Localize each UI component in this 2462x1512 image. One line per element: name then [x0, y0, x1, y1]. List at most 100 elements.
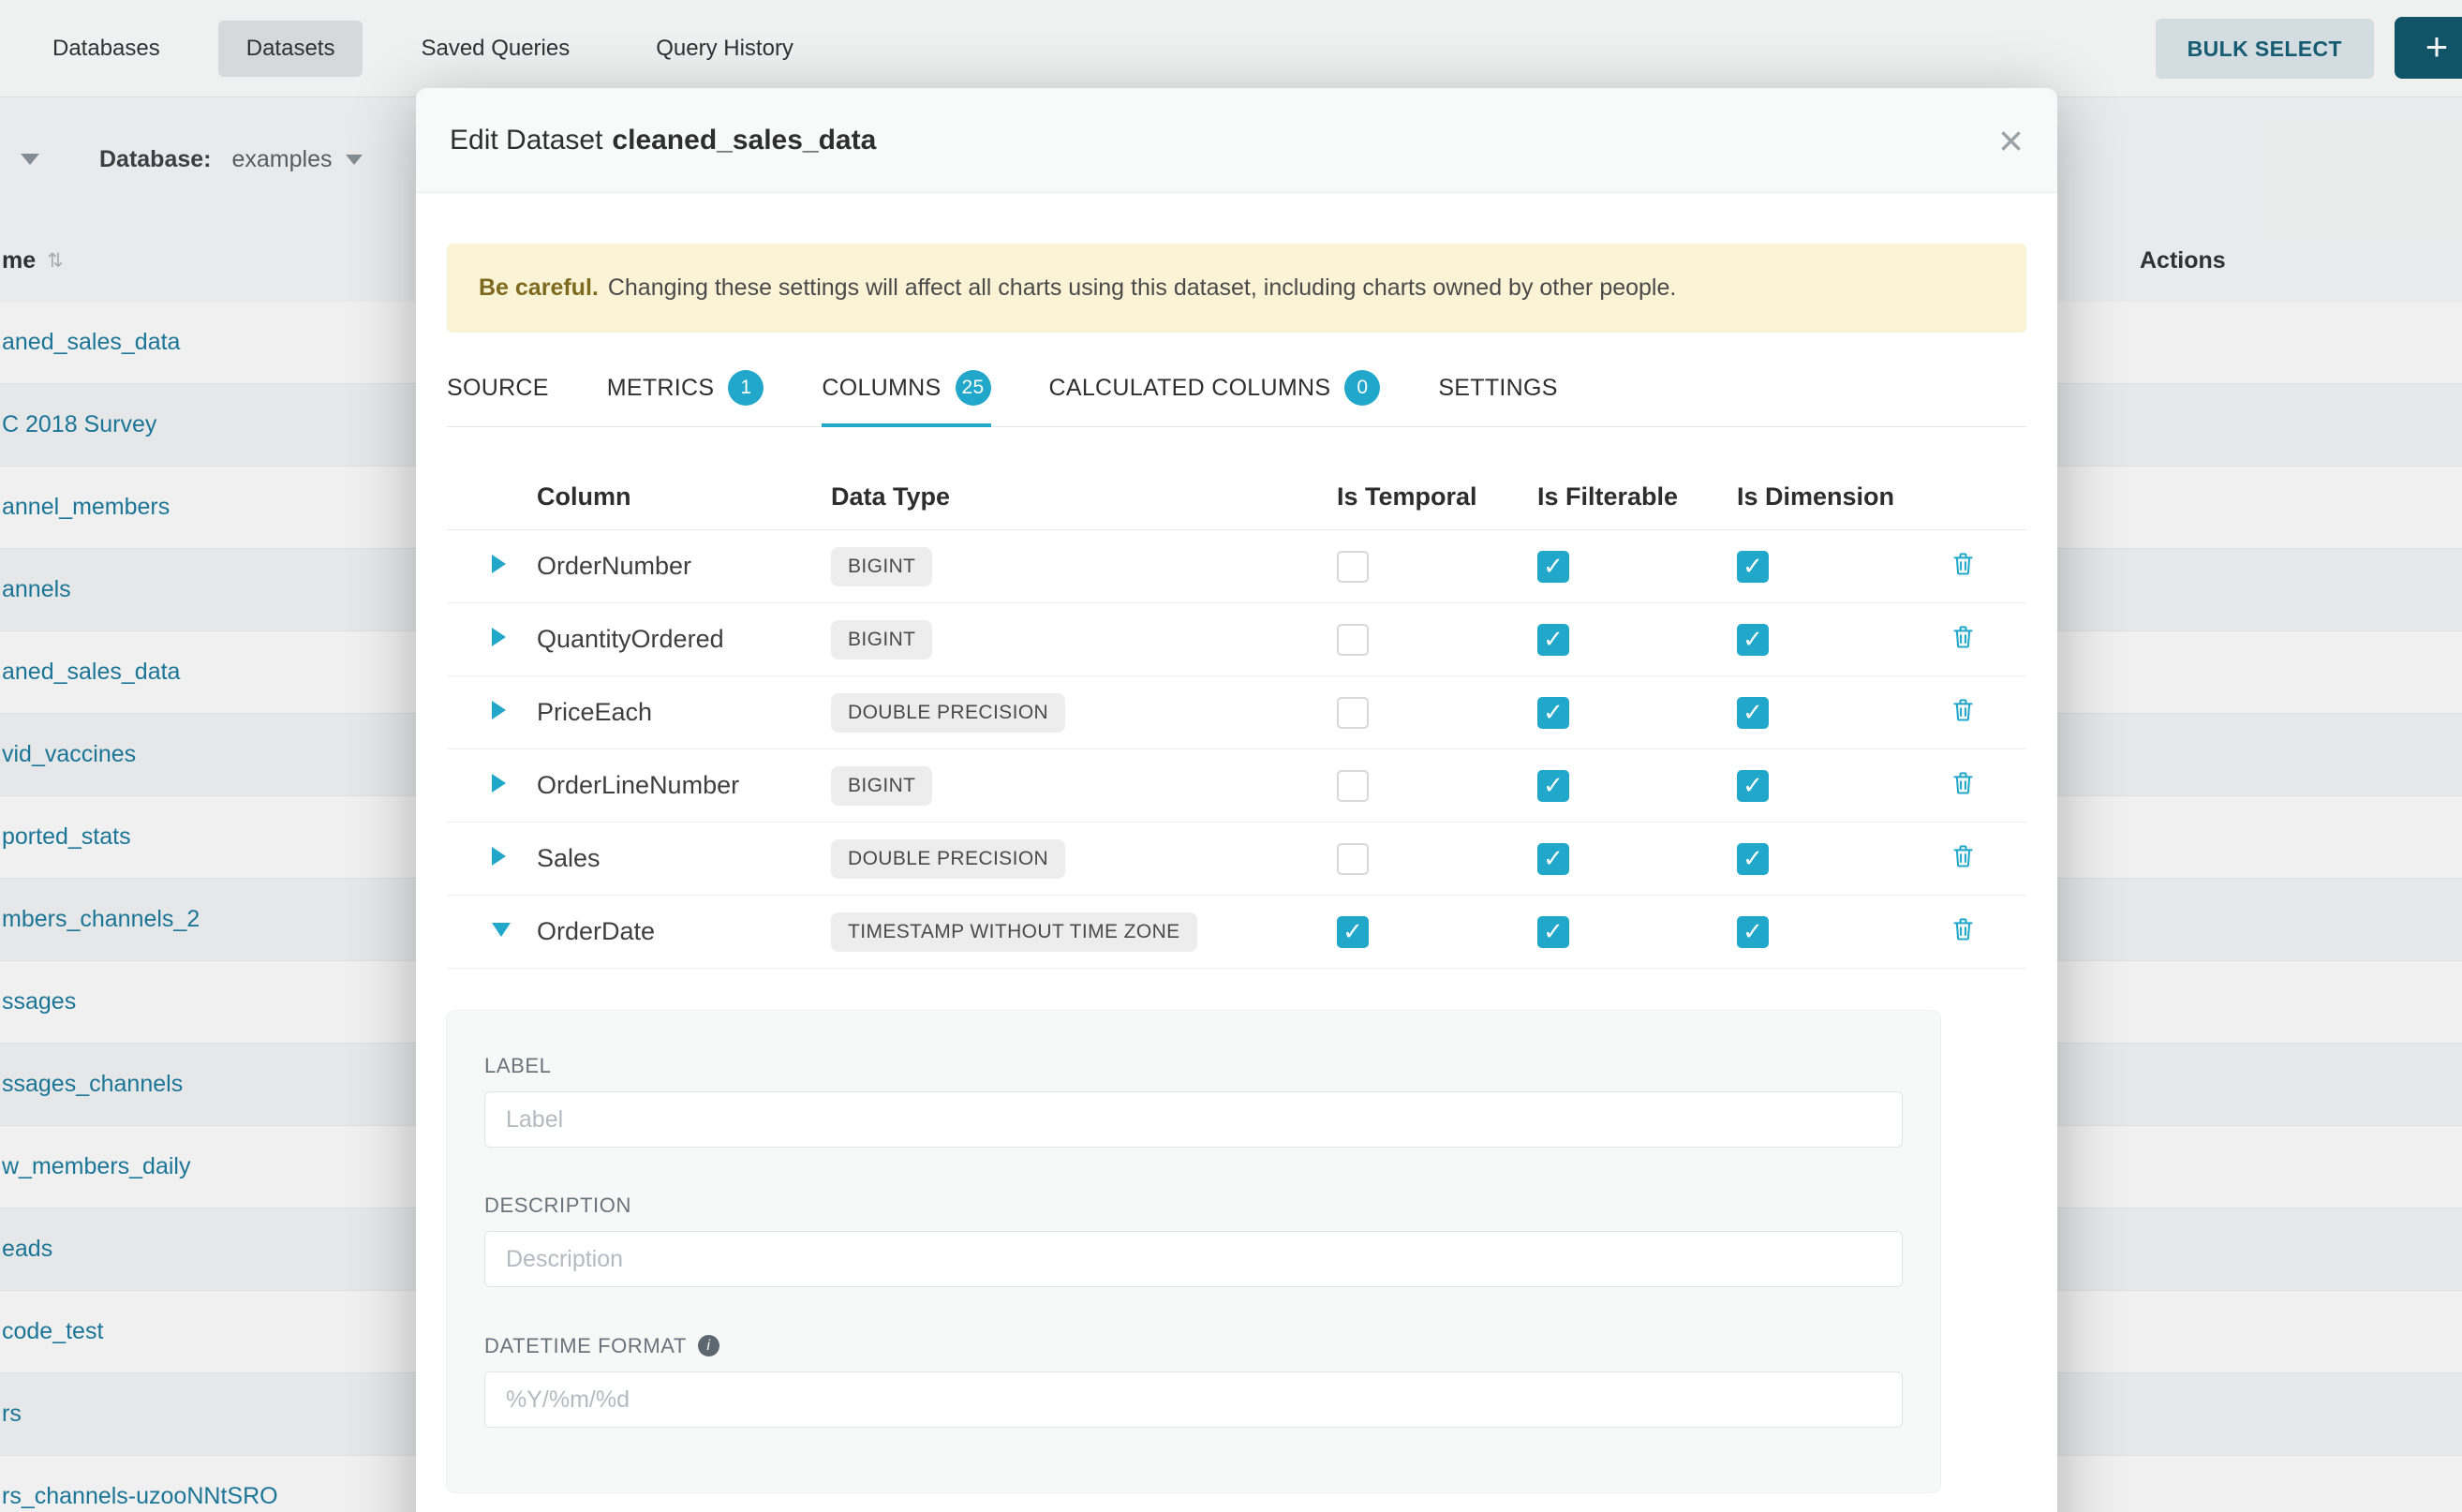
data-type-pill: TIMESTAMP WITHOUT TIME ZONE — [831, 912, 1197, 952]
is-temporal-checkbox[interactable] — [1337, 697, 1369, 729]
delete-column-button[interactable] — [1950, 623, 1977, 651]
is-temporal-checkbox[interactable] — [1337, 624, 1369, 656]
column-header-data-type: Data Type — [831, 482, 1337, 511]
check-mark-icon: ✓ — [1543, 627, 1564, 651]
column-name: QuantityOrdered — [537, 625, 724, 653]
is-filterable-checkbox[interactable]: ✓ — [1537, 916, 1569, 948]
warning-text: Changing these settings will affect all … — [608, 274, 1677, 302]
is-temporal-checkbox[interactable] — [1337, 843, 1369, 875]
column-row: QuantityOrdered BIGINT ✓ ✓ — [447, 603, 2026, 676]
modal-title: Edit Dataset — [450, 125, 602, 156]
column-header-is-filterable: Is Filterable — [1537, 482, 1737, 511]
close-icon[interactable]: × — [1998, 119, 2024, 162]
is-filterable-checkbox[interactable]: ✓ — [1537, 843, 1569, 875]
edit-dataset-modal: Edit Dataset cleaned_sales_data × Be car… — [416, 88, 2057, 1512]
description-field-label: DESCRIPTION — [484, 1195, 1903, 1216]
is-filterable-checkbox[interactable]: ✓ — [1537, 770, 1569, 802]
column-row: Sales DOUBLE PRECISION ✓ ✓ — [447, 823, 2026, 896]
data-type-pill: DOUBLE PRECISION — [831, 839, 1065, 879]
tab-label: CALCULATED COLUMNS — [1049, 375, 1331, 402]
datetime-format-label-text: DATETIME FORMAT — [484, 1336, 687, 1356]
datetime-format-input[interactable] — [484, 1371, 1903, 1428]
caret-right-icon[interactable] — [492, 774, 506, 793]
column-name: OrderNumber — [537, 552, 691, 580]
check-mark-icon: ✓ — [1543, 554, 1564, 578]
caret-right-icon[interactable] — [492, 701, 506, 719]
check-mark-icon: ✓ — [1543, 919, 1564, 943]
caret-right-icon[interactable] — [492, 847, 506, 866]
is-temporal-checkbox[interactable]: ✓ — [1337, 916, 1369, 948]
tab-source[interactable]: SOURCE — [447, 359, 549, 426]
delete-column-button[interactable] — [1950, 550, 1977, 578]
is-dimension-checkbox[interactable]: ✓ — [1737, 697, 1769, 729]
is-filterable-checkbox[interactable]: ✓ — [1537, 697, 1569, 729]
caret-down-icon[interactable] — [492, 923, 511, 937]
is-filterable-checkbox[interactable]: ✓ — [1537, 551, 1569, 583]
caret-right-icon[interactable] — [492, 628, 506, 646]
datetime-format-field-label: DATETIME FORMAT i — [484, 1335, 1903, 1356]
column-row: PriceEach DOUBLE PRECISION ✓ ✓ — [447, 676, 2026, 749]
description-input[interactable] — [484, 1231, 1903, 1287]
caret-right-icon[interactable] — [492, 555, 506, 573]
is-temporal-checkbox[interactable] — [1337, 551, 1369, 583]
column-name: OrderDate — [537, 917, 655, 945]
is-dimension-checkbox[interactable]: ✓ — [1737, 843, 1769, 875]
check-mark-icon: ✓ — [1743, 846, 1763, 870]
tab-calculated-columns[interactable]: CALCULATED COLUMNS 0 — [1049, 359, 1381, 426]
data-type-pill: DOUBLE PRECISION — [831, 693, 1065, 733]
is-dimension-checkbox[interactable]: ✓ — [1737, 916, 1769, 948]
columns-table-header: Column Data Type Is Temporal Is Filterab… — [447, 465, 2026, 530]
is-dimension-checkbox[interactable]: ✓ — [1737, 770, 1769, 802]
is-dimension-checkbox[interactable]: ✓ — [1737, 551, 1769, 583]
check-mark-icon: ✓ — [1743, 627, 1763, 651]
column-row: OrderDate TIMESTAMP WITHOUT TIME ZONE ✓ ✓ ✓ — [447, 896, 2026, 969]
column-name: Sales — [537, 844, 601, 872]
modal-tabs: SOURCE METRICS 1 COLUMNS 25 CALCULATED COLUMN… — [447, 359, 2026, 427]
column-row: OrderLineNumber BIGINT ✓ ✓ — [447, 749, 2026, 823]
column-name: OrderLineNumber — [537, 771, 739, 799]
tab-count-badge: 1 — [728, 370, 764, 406]
check-mark-icon: ✓ — [1342, 919, 1363, 943]
tab-metrics[interactable]: METRICS 1 — [607, 359, 764, 426]
column-name: PriceEach — [537, 698, 652, 726]
tab-count-badge: 25 — [956, 370, 991, 406]
column-header-column: Column — [537, 482, 831, 511]
check-mark-icon: ✓ — [1743, 919, 1763, 943]
data-type-pill: BIGINT — [831, 620, 932, 660]
check-mark-icon: ✓ — [1543, 700, 1564, 724]
delete-column-button[interactable] — [1950, 769, 1977, 797]
tab-columns[interactable]: COLUMNS 25 — [822, 359, 990, 426]
is-temporal-checkbox[interactable] — [1337, 770, 1369, 802]
check-mark-icon: ✓ — [1543, 846, 1564, 870]
tab-label: COLUMNS — [822, 375, 941, 402]
warning-banner: Be careful. Changing these settings will… — [447, 244, 2026, 333]
delete-column-button[interactable] — [1950, 842, 1977, 870]
column-header-is-temporal: Is Temporal — [1337, 482, 1537, 511]
column-row: OrderNumber BIGINT ✓ ✓ — [447, 530, 2026, 603]
warning-lead: Be careful. — [479, 274, 599, 302]
data-type-pill: BIGINT — [831, 547, 932, 586]
info-icon[interactable]: i — [698, 1335, 719, 1356]
tab-label: METRICS — [607, 375, 715, 402]
tab-settings[interactable]: SETTINGS — [1438, 359, 1557, 426]
datasets-page: DatabasesDatasetsSaved QueriesQuery Hist… — [0, 0, 2462, 1512]
is-filterable-checkbox[interactable]: ✓ — [1537, 624, 1569, 656]
delete-column-button[interactable] — [1950, 915, 1977, 943]
modal-title-dataset-name: cleaned_sales_data — [612, 125, 876, 156]
tab-label: SOURCE — [447, 375, 549, 402]
check-mark-icon: ✓ — [1543, 773, 1564, 797]
label-field-label: LABEL — [484, 1056, 1903, 1076]
column-header-is-dimension: Is Dimension — [1737, 482, 1936, 511]
column-detail-panel: LABEL DESCRIPTION DATETIME FORMAT i — [446, 1010, 1941, 1493]
is-dimension-checkbox[interactable]: ✓ — [1737, 624, 1769, 656]
columns-table-body: OrderNumber BIGINT ✓ ✓ QuantityOrdered BIGINT… — [447, 530, 2026, 969]
check-mark-icon: ✓ — [1743, 700, 1763, 724]
data-type-pill: BIGINT — [831, 766, 932, 806]
delete-column-button[interactable] — [1950, 696, 1977, 724]
check-mark-icon: ✓ — [1743, 554, 1763, 578]
check-mark-icon: ✓ — [1743, 773, 1763, 797]
modal-header: Edit Dataset cleaned_sales_data × — [416, 88, 2057, 193]
tab-count-badge: 0 — [1344, 370, 1380, 406]
label-input[interactable] — [484, 1091, 1903, 1148]
tab-label: SETTINGS — [1438, 375, 1557, 402]
